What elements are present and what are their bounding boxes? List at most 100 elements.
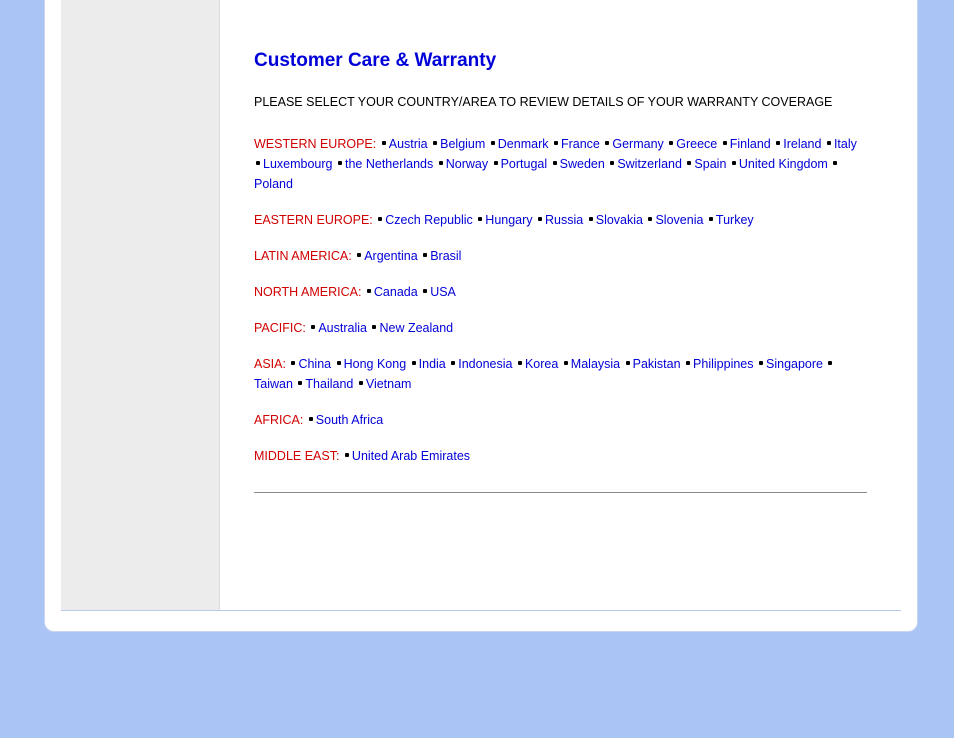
country-link[interactable]: Russia bbox=[545, 213, 583, 227]
country-link[interactable]: New Zealand bbox=[379, 321, 453, 335]
country-link[interactable]: Canada bbox=[374, 285, 418, 299]
country-link[interactable]: United Arab Emirates bbox=[352, 449, 470, 463]
country-link[interactable]: Thailand bbox=[305, 377, 353, 391]
bullet-icon bbox=[359, 381, 363, 385]
country-link[interactable]: Australia bbox=[318, 321, 367, 335]
bullet-icon bbox=[494, 161, 498, 165]
country-link[interactable]: Belgium bbox=[440, 137, 485, 151]
bullet-icon bbox=[686, 361, 690, 365]
country-link[interactable]: Greece bbox=[676, 137, 717, 151]
region-label: LATIN AMERICA: bbox=[254, 249, 352, 263]
country-link[interactable]: Spain bbox=[694, 157, 726, 171]
country-link[interactable]: Portugal bbox=[501, 157, 548, 171]
bullet-icon bbox=[709, 217, 713, 221]
bullet-icon bbox=[423, 253, 427, 257]
region-block: PACIFIC: Australia New Zealand bbox=[254, 318, 867, 338]
country-link[interactable]: Slovakia bbox=[596, 213, 643, 227]
bullet-icon bbox=[538, 217, 542, 221]
bullet-icon bbox=[828, 361, 832, 365]
region-block: MIDDLE EAST: United Arab Emirates bbox=[254, 446, 867, 466]
bullet-icon bbox=[382, 141, 386, 145]
bullet-icon bbox=[309, 417, 313, 421]
bullet-icon bbox=[338, 161, 342, 165]
bullet-icon bbox=[298, 381, 302, 385]
country-link[interactable]: Poland bbox=[254, 177, 293, 191]
country-link[interactable]: Vietnam bbox=[366, 377, 412, 391]
bullet-icon bbox=[759, 361, 763, 365]
country-link[interactable]: China bbox=[298, 357, 331, 371]
bullet-icon bbox=[378, 217, 382, 221]
country-link[interactable]: South Africa bbox=[316, 413, 383, 427]
country-link[interactable]: Germany bbox=[612, 137, 663, 151]
country-link[interactable]: Hong Kong bbox=[344, 357, 407, 371]
bullet-icon bbox=[626, 361, 630, 365]
region-label: MIDDLE EAST: bbox=[254, 449, 339, 463]
country-link[interactable]: Czech Republic bbox=[385, 213, 473, 227]
country-link[interactable]: Argentina bbox=[364, 249, 418, 263]
country-link[interactable]: France bbox=[561, 137, 600, 151]
bullet-icon bbox=[412, 361, 416, 365]
bullet-icon bbox=[256, 161, 260, 165]
region-label: PACIFIC: bbox=[254, 321, 306, 335]
country-link[interactable]: Slovenia bbox=[655, 213, 703, 227]
region-label: AFRICA: bbox=[254, 413, 303, 427]
country-link[interactable]: Austria bbox=[389, 137, 428, 151]
bullet-icon bbox=[564, 361, 568, 365]
bullet-icon bbox=[589, 217, 593, 221]
country-link[interactable]: Denmark bbox=[498, 137, 549, 151]
country-link[interactable]: Switzerland bbox=[617, 157, 682, 171]
bullet-icon bbox=[518, 361, 522, 365]
page-frame: Customer Care & Warranty PLEASE SELECT Y… bbox=[44, 0, 918, 632]
country-link[interactable]: Hungary bbox=[485, 213, 532, 227]
bullet-icon bbox=[605, 141, 609, 145]
content: Customer Care & Warranty PLEASE SELECT Y… bbox=[220, 0, 901, 513]
regions-list: WESTERN EUROPE: Austria Belgium Denmark … bbox=[254, 134, 867, 466]
bullet-icon bbox=[833, 161, 837, 165]
bullet-icon bbox=[648, 217, 652, 221]
region-block: WESTERN EUROPE: Austria Belgium Denmark … bbox=[254, 134, 867, 194]
country-link[interactable]: Malaysia bbox=[571, 357, 620, 371]
country-link[interactable]: United Kingdom bbox=[739, 157, 828, 171]
bullet-icon bbox=[357, 253, 361, 257]
bullet-icon bbox=[345, 453, 349, 457]
country-link[interactable]: Turkey bbox=[716, 213, 754, 227]
region-label: NORTH AMERICA: bbox=[254, 285, 361, 299]
country-link[interactable]: Italy bbox=[834, 137, 857, 151]
country-link[interactable]: Brasil bbox=[430, 249, 461, 263]
sidebar bbox=[61, 0, 219, 610]
bullet-icon bbox=[478, 217, 482, 221]
page-title: Customer Care & Warranty bbox=[254, 50, 867, 72]
region-block: ASIA: China Hong Kong India Indonesia Ko… bbox=[254, 354, 867, 394]
bullet-icon bbox=[827, 141, 831, 145]
country-link[interactable]: Indonesia bbox=[458, 357, 512, 371]
inner-frame: Customer Care & Warranty PLEASE SELECT Y… bbox=[61, 0, 901, 611]
bullet-icon bbox=[732, 161, 736, 165]
country-link[interactable]: Luxembourg bbox=[263, 157, 333, 171]
bullet-icon bbox=[337, 361, 341, 365]
bullet-icon bbox=[451, 361, 455, 365]
divider bbox=[254, 492, 867, 493]
country-link[interactable]: Korea bbox=[525, 357, 558, 371]
country-link[interactable]: Taiwan bbox=[254, 377, 293, 391]
country-link[interactable]: India bbox=[419, 357, 446, 371]
country-link[interactable]: USA bbox=[430, 285, 456, 299]
region-label: WESTERN EUROPE: bbox=[254, 137, 376, 151]
country-link[interactable]: Finland bbox=[730, 137, 771, 151]
bullet-icon bbox=[554, 141, 558, 145]
country-link[interactable]: Pakistan bbox=[633, 357, 681, 371]
bullet-icon bbox=[372, 325, 376, 329]
region-block: NORTH AMERICA: Canada USA bbox=[254, 282, 867, 302]
bullet-icon bbox=[291, 361, 295, 365]
bullet-icon bbox=[311, 325, 315, 329]
country-link[interactable]: Singapore bbox=[766, 357, 823, 371]
bullet-icon bbox=[423, 289, 427, 293]
bullet-icon bbox=[367, 289, 371, 293]
country-link[interactable]: Norway bbox=[446, 157, 488, 171]
country-link[interactable]: the Netherlands bbox=[345, 157, 433, 171]
bullet-icon bbox=[723, 141, 727, 145]
country-link[interactable]: Philippines bbox=[693, 357, 753, 371]
bullet-icon bbox=[776, 141, 780, 145]
country-link[interactable]: Ireland bbox=[783, 137, 821, 151]
instruction-text: PLEASE SELECT YOUR COUNTRY/AREA TO REVIE… bbox=[254, 94, 867, 112]
country-link[interactable]: Sweden bbox=[560, 157, 605, 171]
